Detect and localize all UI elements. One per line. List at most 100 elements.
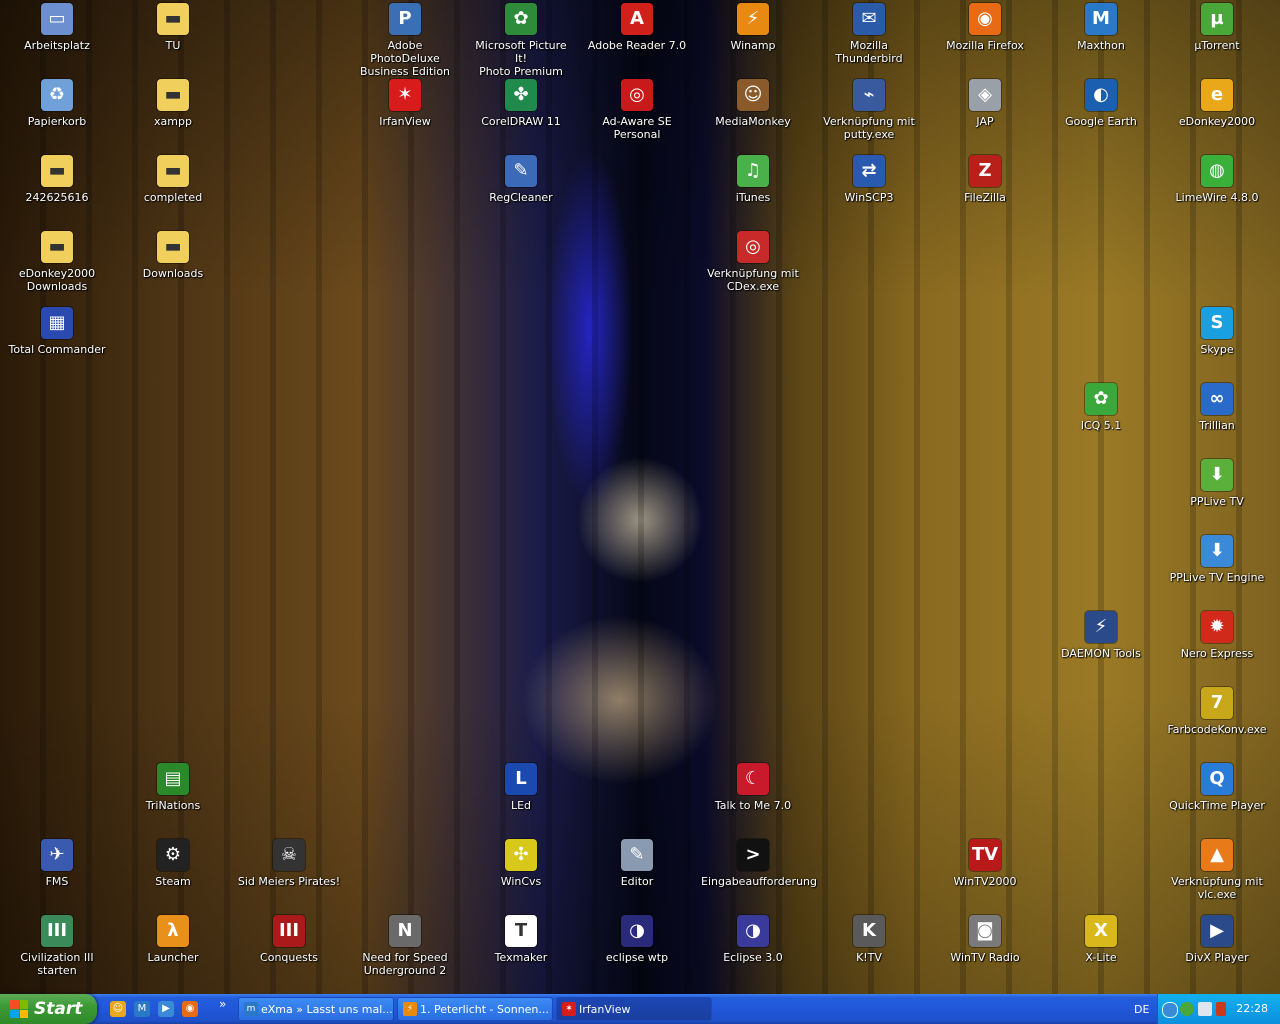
monkey-icon[interactable]: ☺ xyxy=(110,1001,126,1017)
language-indicator[interactable]: DE xyxy=(1134,1003,1149,1016)
desktop-icon[interactable]: ⬇ PPLive TV Engine xyxy=(1165,535,1269,584)
desktop-icon-label: ICQ 5.1 xyxy=(1080,419,1122,432)
desktop-icon[interactable]: ⚡ Winamp xyxy=(701,3,805,52)
volume-icon[interactable] xyxy=(1216,1002,1226,1016)
desktop-icon[interactable]: ✣ WinCvs xyxy=(469,839,573,888)
desktop-icon[interactable]: K K!TV xyxy=(817,915,921,964)
maxthon-icon: m xyxy=(244,1002,258,1016)
conquests-icon: III xyxy=(273,915,305,947)
recycle-bin-icon: ♻ xyxy=(41,79,73,111)
desktop-icon[interactable]: ◑ eclipse wtp xyxy=(585,915,689,964)
firefox-icon[interactable]: ◉ xyxy=(182,1001,198,1017)
wincvs-icon: ✣ xyxy=(505,839,537,871)
desktop-icon-label: Ad-Aware SE Personal xyxy=(602,115,672,141)
desktop-icon[interactable]: M Maxthon xyxy=(1049,3,1153,52)
desktop-icon[interactable]: ◎ Ad-Aware SE Personal xyxy=(585,79,689,141)
desktop-icon[interactable]: ◙ WinTV Radio xyxy=(933,915,1037,964)
nero-icon: ✹ xyxy=(1201,611,1233,643)
desktop-icon[interactable]: S Skype xyxy=(1165,307,1269,356)
desktop-icon[interactable]: ▬ completed xyxy=(121,155,225,204)
desktop-icon[interactable]: ⌁ Verknüpfung mit putty.exe xyxy=(817,79,921,141)
desktop-icon[interactable]: ▬ Downloads xyxy=(121,231,225,280)
desktop-icon[interactable]: λ Launcher xyxy=(121,915,225,964)
desktop-icon[interactable]: ✈ FMS xyxy=(5,839,109,888)
desktop-icon-label: Eclipse 3.0 xyxy=(723,951,783,964)
desktop-icon[interactable]: ◈ JAP xyxy=(933,79,1037,128)
start-button[interactable]: Start xyxy=(0,994,97,1024)
utorrent-tray-icon[interactable] xyxy=(1180,1002,1194,1016)
desktop-icon[interactable]: ▬ TU xyxy=(121,3,225,52)
desktop-icon[interactable]: ✉ Mozilla Thunderbird xyxy=(817,3,921,65)
desktop-icon[interactable]: e eDonkey2000 xyxy=(1165,79,1269,128)
desktop-icon[interactable]: ▬ 242625616 xyxy=(5,155,109,204)
desktop-icon[interactable]: ♫ iTunes xyxy=(701,155,805,204)
desktop-icon[interactable]: Q QuickTime Player xyxy=(1165,763,1269,812)
safely-remove-icon[interactable] xyxy=(1198,1002,1212,1016)
desktop-icon[interactable]: ⚙ Steam xyxy=(121,839,225,888)
desktop-icon[interactable]: ✶ IrfanView xyxy=(353,79,457,128)
google-earth-icon: ◐ xyxy=(1085,79,1117,111)
task-button[interactable]: ⚡ 1. Peterlicht - Sonnen... xyxy=(397,997,553,1021)
desktop-icon[interactable]: ▬ xampp xyxy=(121,79,225,128)
task-button[interactable]: m eXma » Lasst uns mal... xyxy=(238,997,394,1021)
trillian-icon: ∞ xyxy=(1201,383,1233,415)
desktop-icon[interactable]: ▲ Verknüpfung mit vlc.exe xyxy=(1165,839,1269,901)
desktop-icon[interactable]: ◑ Eclipse 3.0 xyxy=(701,915,805,964)
desktop-icon[interactable]: > Eingabeaufforderung xyxy=(701,839,817,888)
desktop-icon-label: JAP xyxy=(976,115,994,128)
desktop-icon[interactable]: ✹ Nero Express xyxy=(1165,611,1269,660)
clock[interactable]: 22:28 xyxy=(1236,1002,1268,1015)
desktop-icon[interactable]: µ µTorrent xyxy=(1165,3,1269,52)
desktop-icon[interactable]: ▦ Total Commander xyxy=(5,307,109,356)
desktop-icon-label: 242625616 xyxy=(25,191,89,204)
desktop-icon[interactable]: ✤ CorelDRAW 11 xyxy=(469,79,573,128)
desktop-icon[interactable]: 7 FarbcodeKonv.exe xyxy=(1165,687,1269,736)
limewire-icon: ◍ xyxy=(1201,155,1233,187)
desktop-icon[interactable]: III Civilization III starten xyxy=(5,915,109,977)
desktop-icon[interactable]: ◍ LimeWire 4.8.0 xyxy=(1165,155,1269,204)
desktop-icon[interactable]: ☠ Sid Meiers Pirates! xyxy=(237,839,341,888)
desktop-icon[interactable]: ▶ DivX Player xyxy=(1165,915,1269,964)
desktop-icon-label: PPLive TV xyxy=(1190,495,1244,508)
desktop-icon[interactable]: ⚡ DAEMON Tools xyxy=(1049,611,1153,660)
desktop-icon[interactable]: PAdobe PhotoDeluxe Business Edition 1.0 xyxy=(353,3,457,91)
desktop-icon[interactable]: ☺ MediaMonkey xyxy=(701,79,805,128)
desktop-icon[interactable]: ▭ Arbeitsplatz xyxy=(5,3,109,52)
quicktime-icon: Q xyxy=(1201,763,1233,795)
thunderbird-icon: ✉ xyxy=(853,3,885,35)
desktop-icon[interactable]: A Adobe Reader 7.0 xyxy=(585,3,689,52)
desktop-icon-label: Civilization III starten xyxy=(20,951,94,977)
quick-launch-overflow[interactable]: » xyxy=(219,997,226,1011)
desktop-icon[interactable]: ✿Microsoft Picture It! Photo Premium 200… xyxy=(469,3,573,91)
desktop-icon-label: FMS xyxy=(45,875,69,888)
command-prompt-icon: > xyxy=(737,839,769,871)
picture-it-icon: ✿ xyxy=(505,3,537,35)
desktop-icon[interactable]: T Texmaker xyxy=(469,915,573,964)
desktop-icon[interactable]: ⇄ WinSCP3 xyxy=(817,155,921,204)
ktv-icon: K xyxy=(853,915,885,947)
desktop-icon[interactable]: ☾ Talk to Me 7.0 xyxy=(701,763,805,812)
desktop-icon[interactable]: ▬ eDonkey2000 Downloads xyxy=(5,231,109,293)
utorrent-icon: µ xyxy=(1201,3,1233,35)
desktop-icon[interactable]: ◉ Mozilla Firefox xyxy=(933,3,1037,52)
desktop-icon[interactable]: N Need for Speed Underground 2 xyxy=(353,915,457,977)
desktop-icon[interactable]: X X-Lite xyxy=(1049,915,1153,964)
desktop-icon[interactable]: L LEd xyxy=(469,763,573,812)
media-player-icon[interactable]: ▶ xyxy=(158,1001,174,1017)
desktop-icon[interactable]: TV WinTV2000 xyxy=(933,839,1037,888)
desktop-icon[interactable]: ♻ Papierkorb xyxy=(5,79,109,128)
desktop-icon[interactable]: ✎ RegCleaner xyxy=(469,155,573,204)
desktop-icon[interactable]: ◎ Verknüpfung mit CDex.exe xyxy=(701,231,805,293)
desktop-icon[interactable]: ⬇ PPLive TV xyxy=(1165,459,1269,508)
desktop-icon[interactable]: Z FileZilla xyxy=(933,155,1037,204)
maxthon-icon[interactable]: M xyxy=(134,1001,150,1017)
desktop-icon-label: Nero Express xyxy=(1180,647,1254,660)
desktop-icon[interactable]: ✿ ICQ 5.1 xyxy=(1049,383,1153,432)
desktop-icon[interactable]: ∞ Trillian xyxy=(1165,383,1269,432)
desktop-icon[interactable]: ▤ TriNations xyxy=(121,763,225,812)
network-icon[interactable] xyxy=(1162,1002,1178,1018)
desktop-icon[interactable]: ✎ Editor xyxy=(585,839,689,888)
desktop-icon[interactable]: III Conquests xyxy=(237,915,341,964)
task-button[interactable]: ✶ IrfanView xyxy=(556,997,712,1021)
desktop-icon[interactable]: ◐ Google Earth xyxy=(1049,79,1153,128)
